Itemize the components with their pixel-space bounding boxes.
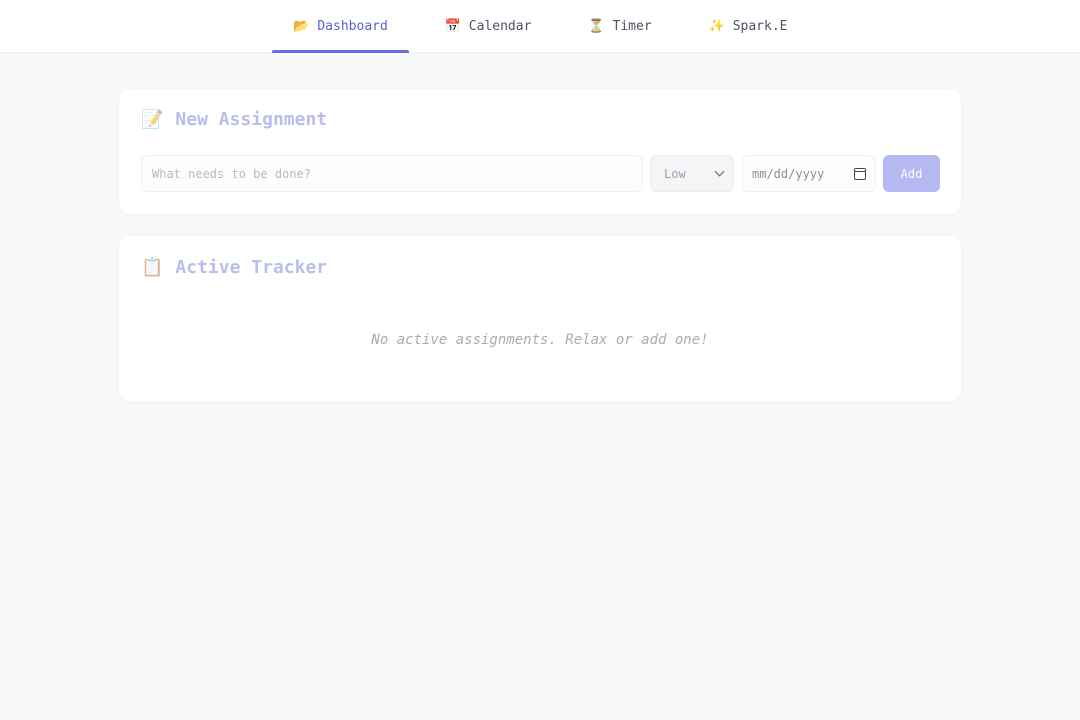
due-date-input[interactable]: mm/dd/yyyy: [742, 155, 876, 192]
tab-label: Dashboard: [317, 19, 388, 34]
clipboard-icon: 📋: [141, 257, 164, 278]
add-button[interactable]: Add: [883, 155, 940, 192]
tab-dashboard[interactable]: 📂 Dashboard: [272, 0, 409, 53]
sparkles-icon: ✨: [708, 19, 725, 34]
task-input[interactable]: [141, 155, 643, 192]
tab-calendar[interactable]: 📅 Calendar: [432, 0, 544, 53]
date-placeholder: mm/dd/yyyy: [752, 166, 825, 181]
new-assignment-card: 📝 New Assignment Low mm/dd/yyyy Add: [119, 89, 961, 214]
folder-icon: 📂: [293, 19, 310, 34]
tab-label: Spark.E: [732, 19, 788, 34]
tab-timer[interactable]: ⏳ Timer: [578, 0, 662, 53]
new-assignment-title: 📝 New Assignment: [141, 109, 327, 130]
empty-state-message: No active assignments. Relax or add one!: [371, 332, 709, 348]
active-tracker-card: 📋 Active Tracker No active assignments. …: [119, 236, 961, 401]
calendar-icon: 📅: [444, 19, 461, 34]
memo-icon: 📝: [141, 109, 164, 130]
tab-spark[interactable]: ✨ Spark.E: [698, 0, 798, 53]
hourglass-icon: ⏳: [588, 19, 605, 34]
priority-value: Low: [664, 166, 686, 181]
active-tracker-title: 📋 Active Tracker: [141, 257, 327, 278]
card-title-text: New Assignment: [175, 109, 328, 130]
card-title-text: Active Tracker: [175, 257, 328, 278]
chevron-down-icon: [714, 166, 725, 177]
tab-label: Timer: [612, 19, 652, 34]
tab-label: Calendar: [468, 19, 532, 34]
top-navigation: 📂 Dashboard 📅 Calendar ⏳ Timer ✨ Spark.E: [0, 0, 1080, 53]
calendar-picker-icon[interactable]: [854, 167, 866, 180]
priority-select[interactable]: Low: [650, 155, 734, 192]
